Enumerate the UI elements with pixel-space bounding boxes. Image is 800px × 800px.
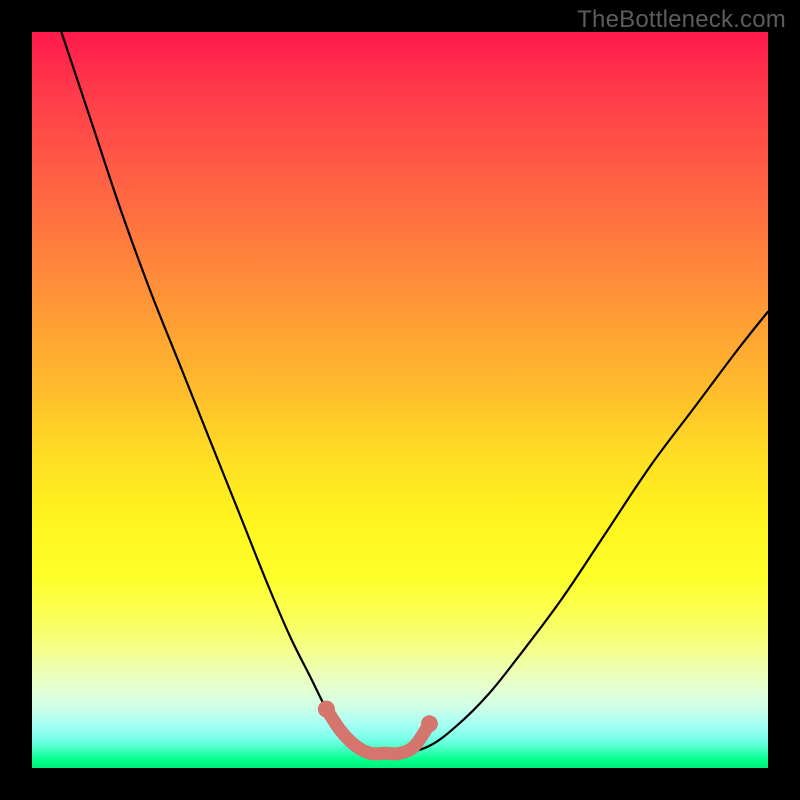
bottleneck-curve xyxy=(61,32,768,754)
gradient-plot-area xyxy=(32,32,768,768)
watermark-text: TheBottleneck.com xyxy=(577,6,786,34)
bottleneck-curve-svg xyxy=(32,32,768,768)
highlight-endpoint-dot xyxy=(421,715,438,732)
optimal-zone-highlight xyxy=(326,709,429,754)
chart-frame: TheBottleneck.com xyxy=(0,0,800,800)
highlight-endpoint-dot xyxy=(318,701,335,718)
